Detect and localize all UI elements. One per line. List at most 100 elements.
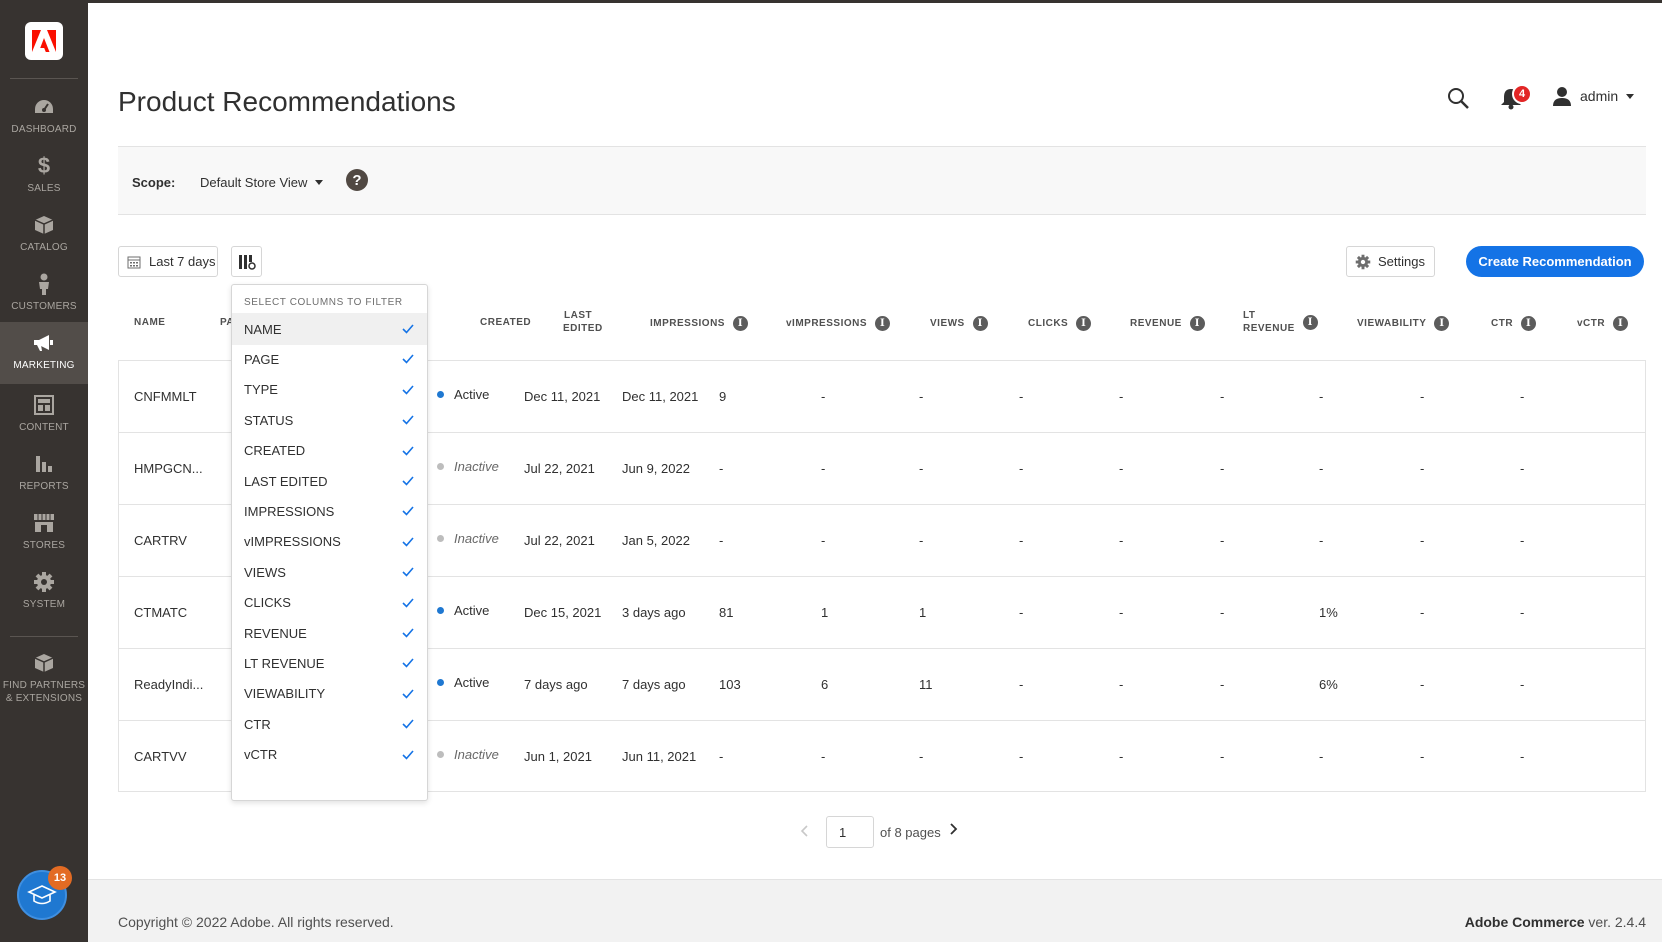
cell-lt-revenue: - bbox=[1220, 533, 1225, 548]
column-filter-option[interactable]: REVENUE bbox=[232, 617, 427, 649]
layout-icon bbox=[33, 394, 55, 416]
column-filter-option[interactable]: PAGE bbox=[232, 343, 427, 375]
cell-name[interactable]: ReadyIndi... bbox=[134, 677, 203, 692]
cell-vimpressions: - bbox=[821, 389, 826, 404]
column-header-views[interactable]: VIEWS i bbox=[930, 316, 988, 331]
cell-created: 7 days ago bbox=[524, 677, 588, 692]
column-filter-option[interactable]: CREATED bbox=[232, 435, 427, 467]
column-filter-option[interactable]: vCTR bbox=[232, 739, 427, 771]
version-number: ver. 2.4.4 bbox=[1584, 914, 1646, 930]
search-button[interactable] bbox=[1446, 86, 1470, 110]
user-name: admin bbox=[1580, 88, 1619, 104]
cell-name[interactable]: CARTRV bbox=[134, 533, 187, 548]
info-icon[interactable]: i bbox=[972, 316, 988, 331]
column-filter-option[interactable]: NAME bbox=[232, 313, 427, 345]
calendar-icon bbox=[127, 256, 141, 268]
column-header-name[interactable]: NAME bbox=[134, 316, 165, 329]
column-header-viewability[interactable]: VIEWABILITY i bbox=[1357, 316, 1450, 331]
info-icon[interactable]: i bbox=[1076, 316, 1092, 331]
page-number-input[interactable] bbox=[826, 816, 874, 848]
user-menu[interactable]: admin bbox=[1552, 84, 1635, 108]
dashboard-icon bbox=[33, 96, 55, 118]
info-icon[interactable]: i bbox=[1521, 316, 1537, 331]
column-filter-option[interactable]: CLICKS bbox=[232, 587, 427, 619]
column-header-clicks[interactable]: CLICKS i bbox=[1028, 316, 1092, 331]
cell-impressions: - bbox=[719, 461, 724, 476]
cell-revenue: - bbox=[1119, 605, 1124, 620]
column-header-label: VIEWABILITY bbox=[1357, 318, 1427, 329]
column-header-ctr[interactable]: CTR i bbox=[1491, 316, 1537, 331]
sidebar-item-reports[interactable]: REPORTS bbox=[0, 443, 88, 505]
cell-name[interactable]: HMPGCN... bbox=[134, 461, 203, 476]
column-filter-option[interactable]: IMPRESSIONS bbox=[232, 495, 427, 527]
info-icon[interactable]: i bbox=[1434, 316, 1450, 331]
cell-created: Jul 22, 2021 bbox=[524, 461, 595, 476]
info-icon[interactable]: i bbox=[732, 316, 748, 331]
info-icon[interactable]: i bbox=[1189, 316, 1205, 331]
column-header-last-edited[interactable]: LAST EDITED bbox=[563, 309, 603, 335]
column-filter-option[interactable]: TYPE bbox=[232, 374, 427, 406]
cell-name[interactable]: CNFMMLT bbox=[134, 389, 197, 404]
date-range-button[interactable]: Last 7 days bbox=[118, 246, 218, 277]
cell-vctr: - bbox=[1520, 677, 1525, 692]
learning-count-badge: 13 bbox=[48, 866, 72, 890]
sidebar-divider bbox=[10, 78, 78, 79]
settings-button[interactable]: Settings bbox=[1346, 246, 1435, 277]
column-header-impressions[interactable]: IMPRESSIONS i bbox=[650, 316, 748, 331]
column-filter-option[interactable]: STATUS bbox=[232, 404, 427, 436]
next-page-button[interactable] bbox=[950, 822, 958, 840]
dollar-icon: $ bbox=[37, 153, 51, 178]
cell-impressions: - bbox=[719, 749, 724, 764]
cell-views: 1 bbox=[919, 605, 927, 620]
help-icon[interactable]: ? bbox=[346, 169, 368, 191]
cell-views: 11 bbox=[919, 677, 933, 692]
column-filter-option[interactable]: LAST EDITED bbox=[232, 465, 427, 497]
column-filter-button[interactable] bbox=[231, 246, 262, 277]
create-recommendation-button[interactable]: Create Recommendation bbox=[1466, 246, 1644, 277]
column-filter-option-label: VIEWABILITY bbox=[244, 686, 326, 702]
cell-viewability: 1% bbox=[1319, 605, 1338, 620]
column-header-vimpressions[interactable]: vIMPRESSIONS i bbox=[786, 316, 891, 331]
sidebar-item-sales[interactable]: $ SALES bbox=[0, 145, 88, 207]
cell-edited: 3 days ago bbox=[622, 605, 686, 620]
cell-views: - bbox=[919, 749, 924, 764]
adobe-logo[interactable] bbox=[25, 22, 63, 60]
column-header-lt-revenue[interactable]: LT REVENUE i bbox=[1243, 309, 1318, 335]
info-icon[interactable]: i bbox=[875, 316, 891, 331]
cell-lt-revenue: - bbox=[1220, 605, 1225, 620]
column-header-revenue[interactable]: REVENUE i bbox=[1130, 316, 1205, 331]
sidebar-item-customers[interactable]: CUSTOMERS bbox=[0, 263, 88, 325]
admin-sidebar: DASHBOARD $ SALES CATALOG CUSTOMERS MARK… bbox=[0, 0, 88, 942]
column-filter-option[interactable]: VIEWABILITY bbox=[232, 678, 427, 710]
sidebar-item-content[interactable]: CONTENT bbox=[0, 384, 88, 446]
cell-viewability: - bbox=[1319, 389, 1324, 404]
sidebar-item-dashboard[interactable]: DASHBOARD bbox=[0, 86, 88, 148]
column-header-vctr[interactable]: vCTR i bbox=[1577, 316, 1629, 331]
column-filter-option[interactable]: CTR bbox=[232, 708, 427, 740]
cell-revenue: - bbox=[1119, 677, 1124, 692]
sidebar-item-system[interactable]: SYSTEM bbox=[0, 561, 88, 623]
sidebar-item-stores[interactable]: STORES bbox=[0, 502, 88, 564]
sidebar-item-marketing[interactable]: MARKETING bbox=[0, 322, 88, 384]
cell-impressions: 9 bbox=[719, 389, 727, 404]
column-header-label: REVENUE bbox=[1130, 318, 1182, 329]
sidebar-item-label: STORES bbox=[22, 540, 66, 551]
status-label: Active bbox=[454, 603, 490, 618]
column-filter-option[interactable]: vIMPRESSIONS bbox=[232, 526, 427, 558]
cell-created: Jul 22, 2021 bbox=[524, 533, 595, 548]
cell-edited: Dec 11, 2021 bbox=[622, 389, 699, 404]
column-filter-option[interactable]: LT REVENUE bbox=[232, 647, 427, 679]
scope-switcher[interactable]: Default Store View bbox=[200, 175, 324, 190]
column-filter-option-label: LAST EDITED bbox=[244, 473, 328, 489]
sidebar-item-partners[interactable]: FIND PARTNERS & EXTENSIONS bbox=[0, 642, 88, 708]
cell-views: - bbox=[919, 533, 924, 548]
column-header-created[interactable]: CREATED bbox=[480, 316, 531, 329]
cell-name[interactable]: CARTVV bbox=[134, 749, 187, 764]
sidebar-item-catalog[interactable]: CATALOG bbox=[0, 204, 88, 266]
info-icon[interactable]: i bbox=[1302, 314, 1318, 330]
cell-name[interactable]: CTMATC bbox=[134, 605, 187, 620]
column-filter-option[interactable]: VIEWS bbox=[232, 556, 427, 588]
previous-page-button[interactable] bbox=[800, 824, 808, 842]
info-icon[interactable]: i bbox=[1613, 316, 1629, 331]
store-icon bbox=[33, 512, 55, 534]
